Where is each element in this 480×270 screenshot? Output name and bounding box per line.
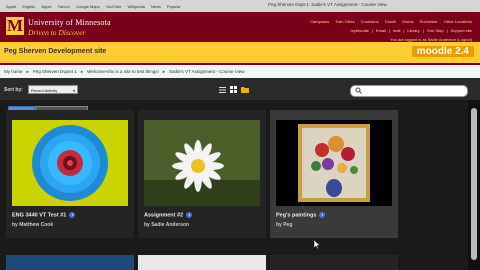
grid-view-icon[interactable]: [230, 86, 237, 93]
sort-selected-value: Recent Activity: [31, 88, 58, 93]
quick-link[interactable]: One Stop: [427, 28, 444, 33]
university-tagline: Driven to Discover: [28, 28, 86, 37]
blue-flower-image: [12, 120, 128, 206]
browser-tab-title[interactable]: Peg Sherven Dept-1: Sadie's VT Assignmen…: [268, 2, 387, 7]
campus-link[interactable]: Morris: [402, 19, 413, 24]
bookmark-item[interactable]: Apple: [41, 4, 51, 9]
bookmark-item[interactable]: Apple: [6, 4, 16, 9]
vista-card-partial[interactable]: [138, 255, 266, 270]
campus-link[interactable]: Duluth: [385, 19, 397, 24]
vista-card-partial[interactable]: [270, 255, 398, 270]
campus-link[interactable]: Other Locations: [444, 19, 472, 24]
search-input[interactable]: [350, 85, 468, 97]
card-thumbnail[interactable]: [276, 120, 392, 206]
bookmark-item[interactable]: Yahoo!: [58, 4, 70, 9]
card-title[interactable]: Assignment #2 i: [144, 212, 193, 218]
breadcrumb-separator-icon: ▸: [80, 68, 84, 74]
campus-link[interactable]: Twin Cities: [335, 19, 354, 24]
search-icon: [355, 87, 362, 94]
vista-card[interactable]: ENG 3440 VT Test #1 i by Matthew Cook: [6, 110, 134, 238]
breadcrumb-separator-icon: ▸: [26, 68, 29, 74]
card-author: by Peg: [276, 222, 293, 228]
site-header: Peg Sherven Development site moodle 2.4: [0, 42, 480, 65]
university-header: M University of Minnesota Driven to Disc…: [0, 12, 480, 42]
bookmark-item[interactable]: Popular: [167, 4, 181, 9]
card-thumbnail[interactable]: [12, 120, 128, 206]
sort-select[interactable]: Recent Activity ▾: [28, 85, 78, 94]
painting-image: [276, 120, 392, 206]
quick-link[interactable]: mail: [393, 28, 400, 33]
moodle-logo: moodle 2.4: [411, 46, 474, 57]
bookmark-item[interactable]: Wikipedia: [128, 4, 145, 9]
umn-logo-icon[interactable]: M: [6, 17, 24, 35]
breadcrumb-item[interactable]: Sadie's VT Assignment - Course View: [169, 69, 244, 74]
card-thumbnail[interactable]: [144, 120, 260, 206]
breadcrumb: My home ▸ Peg Sherven Dvpmt 1 ▸ Welcome-…: [0, 65, 480, 79]
sort-label: Sort by:: [4, 87, 23, 93]
campus-link[interactable]: Campuses: [310, 19, 329, 24]
bookmark-item[interactable]: YouTube: [106, 4, 122, 9]
vista-card[interactable]: Peg's paintings i by Peg: [270, 110, 398, 238]
daisy-image: [144, 120, 260, 206]
card-author: by Matthew Cook: [12, 222, 54, 228]
breadcrumb-item[interactable]: Peg Sherven Dvpmt 1: [33, 69, 77, 74]
bookmark-item[interactable]: English: [22, 4, 35, 9]
site-title[interactable]: Peg Sherven Development site: [4, 48, 106, 55]
quick-link[interactable]: Support site: [451, 28, 472, 33]
card-author: by Sadie Anderson: [144, 222, 190, 228]
list-view-icon[interactable]: [219, 87, 226, 93]
scrollbar-thumb[interactable]: [471, 108, 477, 260]
campus-link[interactable]: Rochester: [420, 19, 438, 24]
breadcrumb-item[interactable]: Welcome-this is a site to test things!: [87, 69, 159, 74]
bookmark-item[interactable]: Google Maps: [76, 4, 100, 9]
vista-card-partial[interactable]: [6, 255, 134, 270]
breadcrumb-separator-icon: ▸: [162, 68, 166, 74]
vertical-scrollbar[interactable]: [468, 100, 480, 270]
quick-link[interactable]: Library: [407, 28, 419, 33]
info-icon[interactable]: i: [319, 212, 326, 218]
breadcrumb-item[interactable]: My home: [4, 69, 23, 74]
university-name[interactable]: University of Minnesota: [28, 18, 111, 27]
campus-links: Campuses Twin Cities Crookston Duluth Mo…: [310, 19, 472, 24]
card-title[interactable]: Peg's paintings i: [276, 212, 326, 218]
mouse-cursor-icon: [314, 240, 320, 249]
quick-links: myMoodle | Email | mail | Library | One Stop…: [350, 28, 472, 33]
vista-card[interactable]: Assignment #2 i by Sadie Anderson: [138, 110, 266, 238]
info-icon[interactable]: i: [186, 212, 193, 218]
sort-toolbar: Sort by: Recent Activity ▾: [0, 78, 480, 100]
campus-link[interactable]: Crookston: [361, 19, 379, 24]
quick-link[interactable]: Email: [376, 28, 386, 33]
card-title[interactable]: ENG 3440 VT Test #1 i: [12, 212, 76, 218]
folder-view-icon[interactable]: [241, 86, 249, 93]
chevron-down-icon: ▾: [72, 88, 75, 93]
quick-link[interactable]: myMoodle: [350, 28, 368, 33]
bookmark-item[interactable]: News: [151, 4, 161, 9]
info-icon[interactable]: i: [69, 212, 76, 218]
